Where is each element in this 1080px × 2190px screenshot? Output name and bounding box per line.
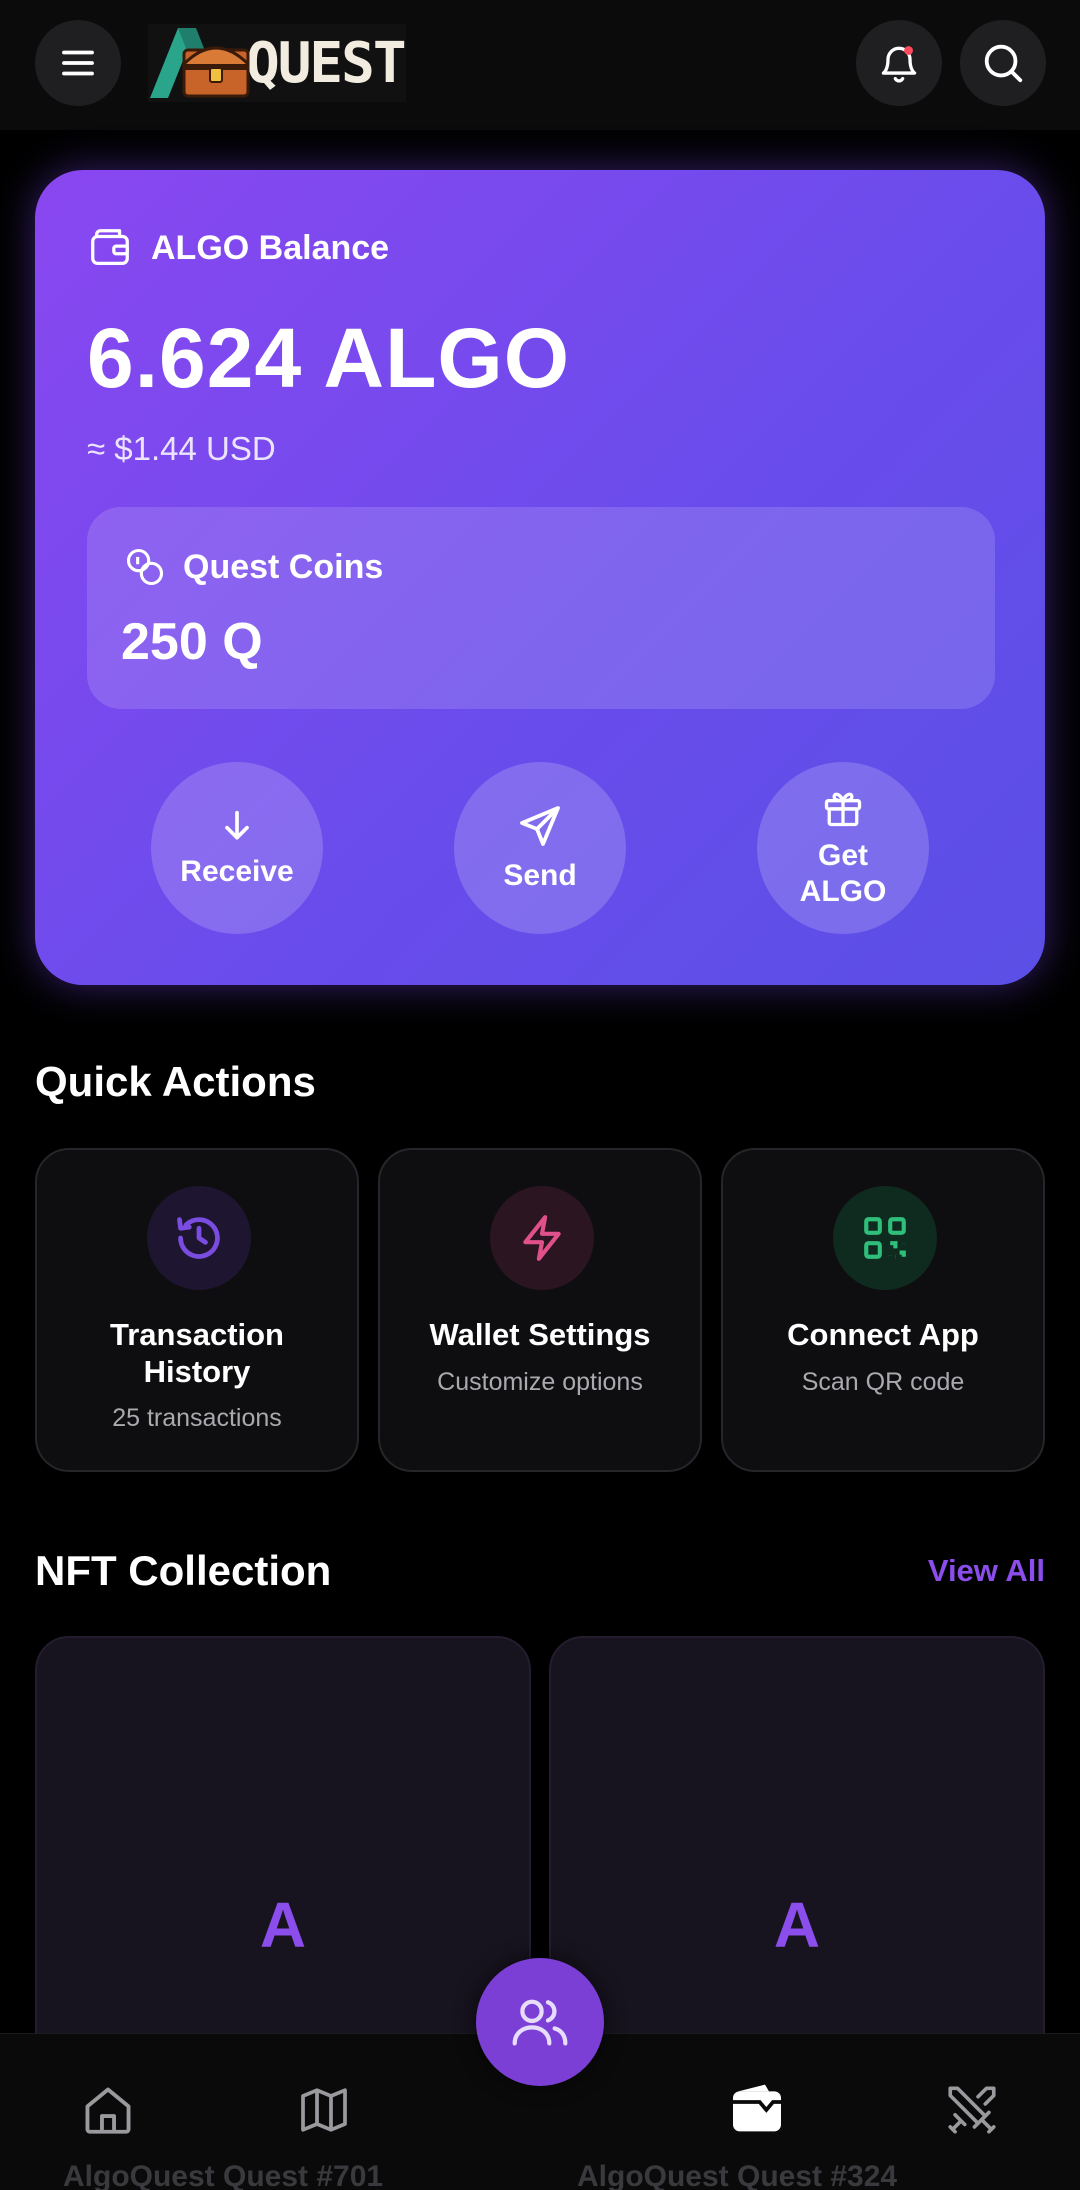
nft-placeholder-letter: A: [259, 1889, 307, 1961]
quest-coins-label-row: Quest Coins: [123, 545, 383, 589]
balance-amount: 6.624 ALGO: [87, 311, 571, 405]
qa-sub: Customize options: [437, 1368, 643, 1396]
quest-coins-box[interactable]: Quest Coins 250 Q: [87, 507, 995, 709]
coins-icon: [126, 548, 164, 586]
wallet-settings-card[interactable]: Wallet Settings Customize options: [378, 1148, 702, 1472]
quest-coins-value: 250 Q: [121, 613, 263, 671]
nav-map[interactable]: [284, 2070, 364, 2150]
treasure-chest-icon: [148, 24, 256, 102]
history-icon-wrap: [147, 1186, 251, 1290]
home-icon: [85, 2087, 131, 2134]
wallet-icon: [91, 229, 129, 265]
crossed-swords-icon: [948, 2086, 996, 2134]
balance-card: ALGO Balance 6.624 ALGO ≈ $1.44 USD Ques…: [35, 170, 1045, 985]
receive-label: Receive: [180, 855, 294, 888]
qa-sub: Scan QR code: [801, 1368, 965, 1396]
qr-code-icon: [864, 1217, 906, 1259]
nav-home[interactable]: [68, 2070, 148, 2150]
balance-usd: ≈ $1.44 USD: [87, 430, 276, 467]
nft-name: AlgoQuest Quest #324: [577, 2160, 898, 2190]
nft-name: AlgoQuest Quest #701: [63, 2160, 384, 2190]
friends-icon: [512, 1999, 568, 2046]
arrow-down-icon: [225, 810, 249, 840]
balance-label-row: ALGO Balance: [87, 225, 389, 271]
balance-label: ALGO Balance: [151, 228, 390, 267]
search-button[interactable]: [960, 20, 1046, 106]
lightning-icon-wrap: [490, 1186, 594, 1290]
get-algo-label: Get ALGO: [799, 839, 887, 908]
lightning-icon: [523, 1215, 561, 1261]
menu-button[interactable]: [35, 20, 121, 106]
send-button[interactable]: Send: [454, 762, 626, 934]
qa-name: Transaction History: [110, 1317, 284, 1389]
view-all-link[interactable]: View All: [928, 1553, 1045, 1589]
qa-name: Connect App: [787, 1317, 979, 1352]
hamburger-icon: [62, 50, 94, 76]
nav-wallet[interactable]: [717, 2070, 797, 2150]
connect-app-card[interactable]: Connect App Scan QR code: [721, 1148, 1045, 1472]
transaction-history-card[interactable]: Transaction History 25 transactions: [35, 1148, 359, 1472]
nft-collection-title: NFT Collection: [35, 1547, 332, 1594]
history-icon: [177, 1217, 220, 1259]
quest-coins-label: Quest Coins: [183, 547, 384, 586]
qa-name: Wallet Settings: [429, 1317, 651, 1352]
search-icon: [984, 44, 1023, 83]
friends-button[interactable]: [476, 1958, 604, 2086]
receive-button[interactable]: Receive: [151, 762, 323, 934]
get-algo-button[interactable]: Get ALGO: [757, 762, 929, 934]
notifications-button[interactable]: [856, 20, 942, 106]
app-logo[interactable]: QUEST: [148, 24, 407, 102]
send-label: Send: [503, 859, 577, 892]
qa-sub: 25 transactions: [112, 1404, 282, 1432]
bell-icon: [881, 46, 917, 83]
send-icon: [520, 806, 560, 846]
wallet-icon: [733, 2084, 781, 2132]
gift-icon: [824, 792, 862, 827]
map-icon: [301, 2088, 347, 2132]
quick-actions-title: Quick Actions: [35, 1058, 316, 1105]
logo-text: QUEST: [246, 30, 407, 96]
nft-placeholder-letter: A: [773, 1889, 821, 1961]
qr-icon-wrap: [833, 1186, 937, 1290]
nav-battle[interactable]: [932, 2070, 1012, 2150]
